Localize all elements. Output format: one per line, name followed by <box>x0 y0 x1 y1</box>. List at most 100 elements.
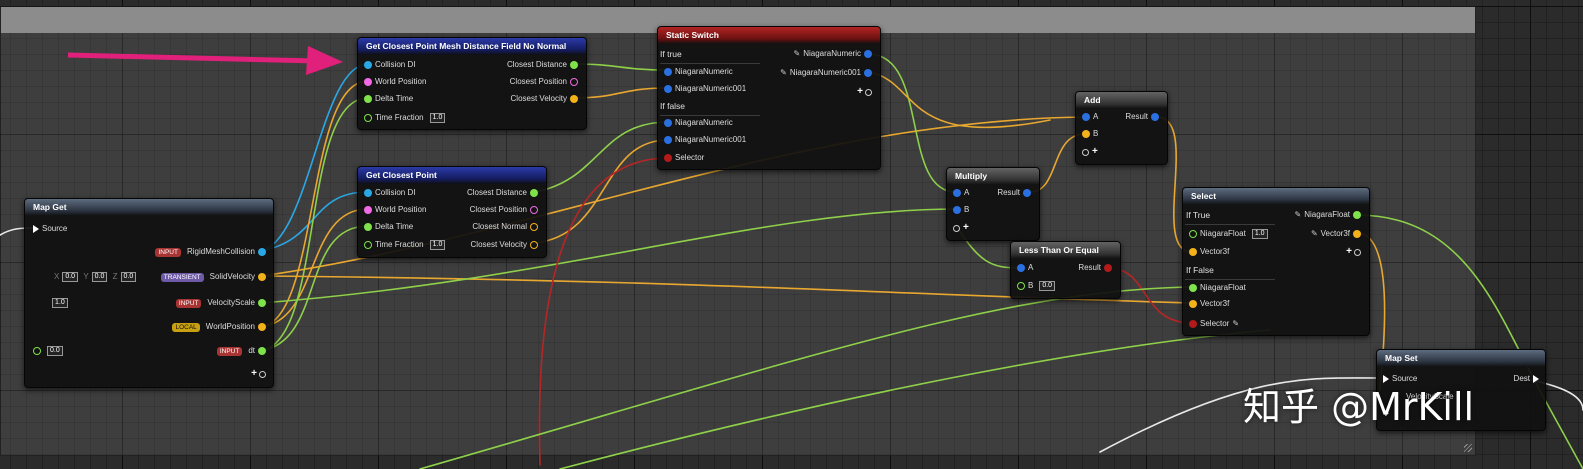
position-pin-icon[interactable] <box>570 78 578 86</box>
dt-value-field[interactable]: 0.0 <box>47 346 63 356</box>
plus-icon[interactable]: + <box>857 86 863 97</box>
add-pin-icon[interactable] <box>865 88 872 96</box>
vector-pin-icon[interactable] <box>530 241 538 249</box>
pencil-icon[interactable]: ✎ <box>1311 229 1318 238</box>
pencil-icon[interactable]: ✎ <box>1294 210 1301 219</box>
add-pin-button[interactable]: + <box>1346 247 1361 257</box>
float-pin-icon[interactable] <box>1189 284 1197 292</box>
node-mesh-distance-field[interactable]: Get Closest Point Mesh Distance Field No… <box>357 37 587 130</box>
add-pin-icon[interactable] <box>1082 148 1089 156</box>
add-pin-icon[interactable] <box>1354 248 1361 256</box>
input-world-position[interactable]: World Position <box>364 77 429 87</box>
time-fraction-value[interactable]: 1.0 <box>429 240 446 250</box>
vector-pin-icon[interactable] <box>1189 248 1197 256</box>
float-pin-icon[interactable] <box>258 299 266 307</box>
output-result[interactable]: Result <box>1122 112 1159 122</box>
float-pin-icon[interactable] <box>570 61 578 69</box>
numeric-pin-icon[interactable] <box>664 136 672 144</box>
float-pin-icon[interactable] <box>1189 230 1197 238</box>
position-pin-icon[interactable] <box>364 78 372 86</box>
y-value-field[interactable]: 0.0 <box>91 272 108 282</box>
float-pin-icon[interactable] <box>33 347 41 355</box>
output-rigid-mesh-collision[interactable]: INPUT RigidMeshCollision <box>155 247 266 257</box>
output-closest-velocity[interactable]: Closest Velocity <box>468 240 538 250</box>
input-selector[interactable]: Selector ✎ <box>1189 319 1239 329</box>
exec-pin-icon[interactable] <box>1533 375 1539 383</box>
input-a[interactable]: A <box>953 188 972 198</box>
output-closest-position[interactable]: Closest Position <box>467 205 538 215</box>
output-dt[interactable]: INPUT dt <box>216 346 266 356</box>
add-pin-icon[interactable] <box>259 370 266 378</box>
bool-pin-icon[interactable] <box>664 154 672 162</box>
input-world-position[interactable]: World Position <box>364 205 429 215</box>
numeric-pin-icon[interactable] <box>864 50 872 58</box>
numeric-pin-icon[interactable] <box>1023 189 1031 197</box>
output-velocity-scale[interactable]: INPUT VelocityScale <box>175 298 266 308</box>
numeric-pin-icon[interactable] <box>953 189 961 197</box>
node-get-closest-point[interactable]: Get Closest Point Collision DI World Pos… <box>357 166 547 258</box>
vector-pin-icon[interactable] <box>570 95 578 103</box>
plus-icon[interactable]: + <box>963 222 969 233</box>
numeric-pin-icon[interactable] <box>664 68 672 76</box>
bool-pin-icon[interactable] <box>1104 264 1112 272</box>
vector-pin-icon[interactable] <box>258 323 266 331</box>
output-dest[interactable]: Dest <box>1511 374 1539 384</box>
add-pin-button[interactable]: + <box>251 369 266 379</box>
numeric-pin-icon[interactable] <box>664 119 672 127</box>
interface-pin-icon[interactable] <box>258 248 266 256</box>
input-time-fraction[interactable]: Time Fraction 1.0 <box>364 240 446 250</box>
output-closest-distance[interactable]: Closest Distance <box>504 60 578 70</box>
numeric-pin-icon[interactable] <box>1017 264 1025 272</box>
z-value-field[interactable]: 0.0 <box>120 272 137 282</box>
position-pin-icon[interactable] <box>530 206 538 214</box>
numeric-pin-icon[interactable] <box>664 85 672 93</box>
output-closest-position[interactable]: Closest Position <box>507 77 578 87</box>
add-pin-icon[interactable] <box>953 224 960 232</box>
output-result[interactable]: Result <box>1075 263 1112 273</box>
output-numeric[interactable]: ✎ NiagaraNumeric <box>794 49 872 59</box>
input-true-numeric[interactable]: NiagaraNumeric <box>664 67 736 77</box>
add-pin-button[interactable]: + <box>857 87 872 97</box>
node-static-switch[interactable]: Static Switch If true NiagaraNumeric Nia… <box>657 26 881 170</box>
bool-pin-icon[interactable] <box>1189 320 1197 328</box>
float-pin-icon[interactable] <box>1017 282 1025 290</box>
output-closest-normal[interactable]: Closest Normal <box>469 222 538 232</box>
vector-pin-icon[interactable] <box>1353 230 1361 238</box>
float-pin-icon[interactable] <box>364 241 372 249</box>
interface-pin-icon[interactable] <box>364 189 372 197</box>
b-value-field[interactable]: 0.0 <box>1039 281 1056 291</box>
plus-icon[interactable]: + <box>1346 246 1352 257</box>
velocity-scale-default[interactable]: 1.0 <box>49 298 68 308</box>
input-delta-time[interactable]: Delta Time <box>364 222 416 232</box>
float-pin-icon[interactable] <box>530 189 538 197</box>
plus-icon[interactable]: + <box>1092 146 1098 157</box>
input-true-numeric001[interactable]: NiagaraNumeric001 <box>664 84 749 94</box>
output-closest-velocity[interactable]: Closest Velocity <box>508 94 578 104</box>
output-closest-distance[interactable]: Closest Distance <box>464 188 538 198</box>
numeric-pin-icon[interactable] <box>953 206 961 214</box>
scale-value-field[interactable]: 1.0 <box>52 298 68 308</box>
output-world-position[interactable]: LOCAL WorldPosition <box>172 322 266 332</box>
float-pin-icon[interactable] <box>364 114 372 122</box>
node-less-than-or-equal[interactable]: Less Than Or Equal A B 0.0 Result <box>1010 241 1121 299</box>
true-float-value[interactable]: 1.0 <box>1251 229 1268 239</box>
input-collision-di[interactable]: Collision DI <box>364 60 418 70</box>
input-b[interactable]: B 0.0 <box>1017 281 1056 291</box>
input-false-numeric[interactable]: NiagaraNumeric <box>664 118 736 128</box>
input-a[interactable]: A <box>1082 112 1101 122</box>
input-collision-di[interactable]: Collision DI <box>364 188 418 198</box>
numeric-pin-icon[interactable] <box>1151 113 1159 121</box>
numeric-pin-icon[interactable] <box>864 69 872 77</box>
output-float[interactable]: ✎ NiagaraFloat <box>1294 210 1361 220</box>
position-pin-icon[interactable] <box>364 206 372 214</box>
vector-pin-icon[interactable] <box>530 223 538 231</box>
vector-pin-icon[interactable] <box>1082 130 1090 138</box>
node-map-get[interactable]: Map Get Source INPUT RigidMeshCollision X… <box>24 198 274 388</box>
vector-pin-icon[interactable] <box>1189 300 1197 308</box>
input-delta-time[interactable]: Delta Time <box>364 94 416 104</box>
input-true-float[interactable]: NiagaraFloat 1.0 <box>1189 229 1268 239</box>
output-numeric001[interactable]: ✎ NiagaraNumeric001 <box>780 68 872 78</box>
plus-icon[interactable]: + <box>251 368 257 379</box>
float-pin-icon[interactable] <box>364 95 372 103</box>
input-false-numeric001[interactable]: NiagaraNumeric001 <box>664 135 749 145</box>
